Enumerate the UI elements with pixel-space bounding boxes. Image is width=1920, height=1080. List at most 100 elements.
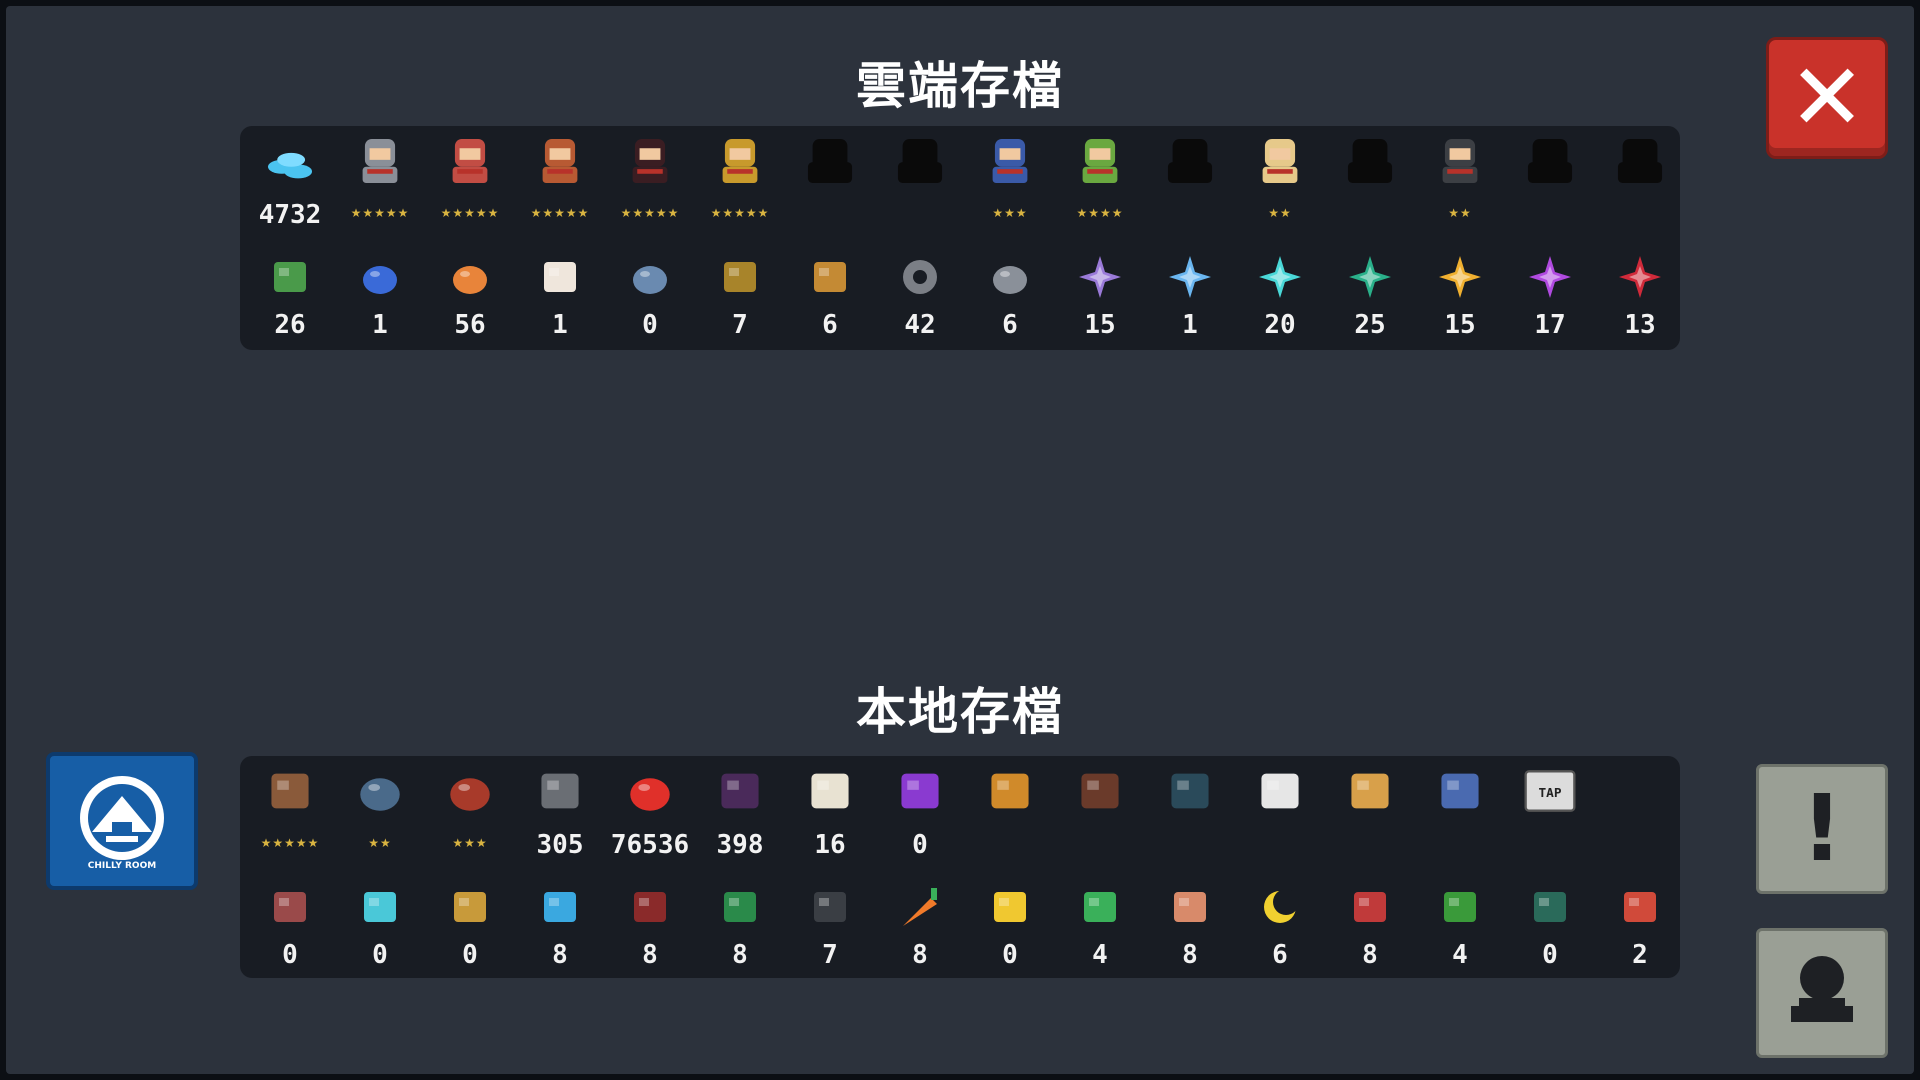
item-count: 6 bbox=[822, 310, 838, 340]
gold-crystal-icon bbox=[1439, 256, 1481, 298]
green-block-icon bbox=[1444, 892, 1476, 922]
close-button[interactable]: ✕ bbox=[1766, 37, 1888, 159]
item-slot[interactable]: 8 bbox=[515, 868, 605, 978]
item-count: 1 bbox=[552, 310, 568, 340]
item-slot[interactable]: ★★★★ bbox=[1055, 126, 1145, 236]
item-slot[interactable]: 42 bbox=[875, 238, 965, 348]
star-rating: ★★★ bbox=[452, 836, 488, 850]
item-slot[interactable]: TAP bbox=[1505, 756, 1595, 866]
iron-ore-icon bbox=[993, 266, 1027, 294]
item-slot[interactable]: 20 bbox=[1235, 238, 1325, 348]
item-slot[interactable]: 25 bbox=[1325, 238, 1415, 348]
item-slot[interactable]: ★★★ bbox=[425, 756, 515, 866]
item-slot[interactable] bbox=[1595, 126, 1685, 236]
item-slot[interactable]: ★★ bbox=[1235, 126, 1325, 236]
item-slot[interactable]: ★★★★★ bbox=[695, 126, 785, 236]
item-slot[interactable]: 1 bbox=[335, 238, 425, 348]
item-slot[interactable]: 7 bbox=[695, 238, 785, 348]
item-slot[interactable] bbox=[965, 756, 1055, 866]
small-gun-icon bbox=[1081, 773, 1119, 809]
item-slot[interactable]: 4732 bbox=[245, 126, 335, 236]
account-button[interactable] bbox=[1756, 928, 1888, 1058]
item-slot[interactable]: 1 bbox=[1145, 238, 1235, 348]
item-slot[interactable] bbox=[1505, 126, 1595, 236]
rogue-portrait-icon bbox=[452, 138, 488, 184]
item-count: 4 bbox=[1452, 940, 1468, 970]
robot-pet-icon bbox=[1441, 773, 1479, 809]
item-slot[interactable] bbox=[1055, 756, 1145, 866]
item-slot[interactable]: 8 bbox=[875, 868, 965, 978]
item-slot[interactable]: 56 bbox=[425, 238, 515, 348]
item-slot[interactable]: 0 bbox=[965, 868, 1055, 978]
locked-character-silhouette-icon bbox=[1347, 138, 1393, 184]
item-slot[interactable] bbox=[1235, 756, 1325, 866]
item-slot[interactable]: 17 bbox=[1505, 238, 1595, 348]
item-slot[interactable]: 8 bbox=[605, 868, 695, 978]
elf-portrait-icon bbox=[1082, 138, 1118, 184]
item-slot[interactable]: 8 bbox=[695, 868, 785, 978]
chilly-room-logo-button[interactable]: CHILLY ROOM bbox=[46, 752, 198, 890]
item-slot[interactable] bbox=[875, 126, 965, 236]
item-slot[interactable]: ★★★ bbox=[965, 126, 1055, 236]
cloud-save-title: 雲端存檔 bbox=[856, 57, 1064, 115]
item-slot[interactable] bbox=[1325, 126, 1415, 236]
item-count: 26 bbox=[274, 310, 306, 340]
item-slot[interactable]: 16 bbox=[785, 756, 875, 866]
potion-bundle-icon bbox=[363, 266, 397, 294]
item-slot[interactable]: 13 bbox=[1595, 238, 1685, 348]
gear-part-icon bbox=[903, 260, 937, 294]
item-slot[interactable]: 7 bbox=[785, 868, 875, 978]
item-count: 15 bbox=[1444, 310, 1476, 340]
item-slot[interactable]: ★★ bbox=[1415, 126, 1505, 236]
item-slot[interactable]: 26 bbox=[245, 238, 335, 348]
forge-icon bbox=[274, 892, 306, 922]
item-slot[interactable]: 6 bbox=[1235, 868, 1325, 978]
item-slot[interactable]: 8 bbox=[1145, 868, 1235, 978]
robot-portrait-icon bbox=[722, 138, 758, 184]
star-rating: ★★★★ bbox=[1076, 206, 1124, 220]
item-count: 8 bbox=[912, 940, 928, 970]
svg-text:TAP: TAP bbox=[1538, 786, 1561, 801]
item-slot[interactable]: 0 bbox=[605, 238, 695, 348]
book-stack-icon bbox=[271, 773, 309, 809]
item-slot[interactable]: ★★★★★ bbox=[425, 126, 515, 236]
item-slot[interactable] bbox=[1415, 756, 1505, 866]
item-slot[interactable]: 15 bbox=[1415, 238, 1505, 348]
item-count: 2 bbox=[1632, 940, 1648, 970]
item-slot[interactable]: ★★★★★ bbox=[245, 756, 335, 866]
item-slot[interactable]: 4 bbox=[1055, 868, 1145, 978]
item-slot[interactable]: 76536 bbox=[605, 756, 695, 866]
item-slot[interactable]: 8 bbox=[1325, 868, 1415, 978]
item-slot[interactable]: 1 bbox=[515, 238, 605, 348]
item-slot[interactable]: ★★★★★ bbox=[335, 126, 425, 236]
item-slot[interactable]: 2 bbox=[1595, 868, 1685, 978]
item-slot[interactable]: 0 bbox=[875, 756, 965, 866]
toast-icon bbox=[1174, 892, 1206, 922]
item-slot[interactable]: 6 bbox=[965, 238, 1055, 348]
item-slot[interactable]: 398 bbox=[695, 756, 785, 866]
priest-portrait-icon bbox=[1262, 138, 1298, 184]
star-rating: ★★ bbox=[1448, 206, 1472, 220]
item-slot[interactable]: 0 bbox=[425, 868, 515, 978]
item-slot[interactable]: ★★★★★ bbox=[605, 126, 695, 236]
item-slot[interactable]: 305 bbox=[515, 756, 605, 866]
item-slot[interactable]: 4 bbox=[1415, 868, 1505, 978]
item-slot[interactable]: ★★★★★ bbox=[515, 126, 605, 236]
item-slot[interactable] bbox=[785, 126, 875, 236]
item-slot[interactable]: 0 bbox=[245, 868, 335, 978]
local-save-title: 本地存檔 bbox=[856, 683, 1064, 741]
panda-dog-icon bbox=[1261, 773, 1299, 809]
item-slot[interactable]: 15 bbox=[1055, 238, 1145, 348]
item-slot[interactable]: ★★ bbox=[335, 756, 425, 866]
local-item-row-2: 0 0 0 8 8 8 7 8 0 4 8 6 8 4 0 2 bbox=[240, 868, 1680, 978]
item-slot[interactable]: 0 bbox=[335, 868, 425, 978]
item-slot[interactable] bbox=[1145, 756, 1235, 866]
cloud-material-row: 26 1 56 1 0 7 6 42 6 15 1 20 25 15 17 13 bbox=[240, 238, 1680, 348]
alert-button[interactable]: ! bbox=[1756, 764, 1888, 894]
item-slot[interactable]: 0 bbox=[1505, 868, 1595, 978]
item-count: 25 bbox=[1354, 310, 1386, 340]
item-slot[interactable] bbox=[1145, 126, 1235, 236]
violet-crystal-icon bbox=[1529, 256, 1571, 298]
item-slot[interactable] bbox=[1325, 756, 1415, 866]
item-slot[interactable]: 6 bbox=[785, 238, 875, 348]
